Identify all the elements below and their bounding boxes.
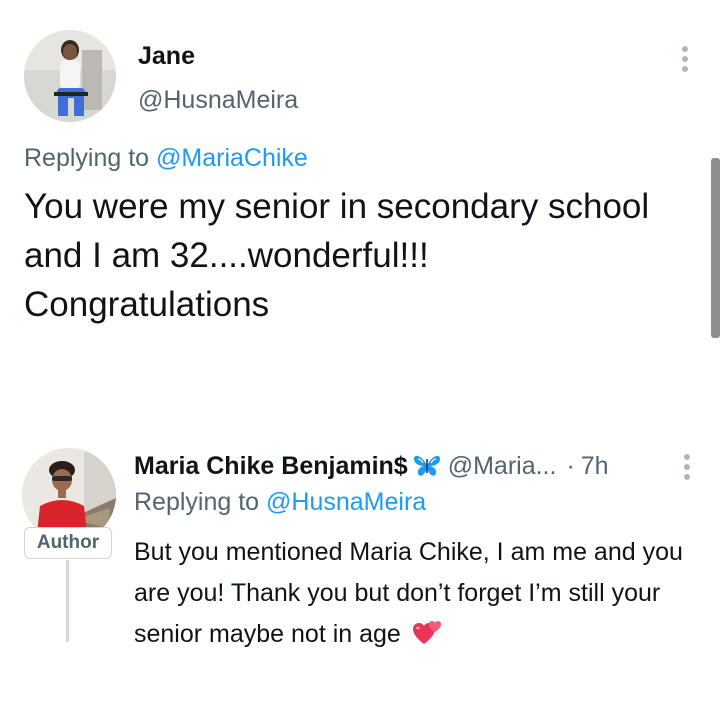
separator-dot: ·: [566, 451, 575, 480]
reply-text: But you mentioned Maria Chike, I am me a…: [134, 538, 683, 648]
replying-to: Replying to @MariaChike: [24, 144, 308, 173]
replying-to: Replying to @HusnaMeira: [134, 488, 426, 517]
tweet-text: You were my senior in secondary school a…: [24, 187, 650, 324]
thread-line: [66, 560, 69, 642]
replying-to-label: Replying to: [134, 488, 267, 516]
reply-author-handle[interactable]: @Maria...: [448, 452, 557, 481]
timestamp[interactable]: 7h: [581, 452, 609, 481]
reply-text-container: But you mentioned Maria Chike, I am me a…: [134, 532, 704, 655]
author-handle[interactable]: @HusnaMeira: [138, 86, 298, 115]
avatar-jane[interactable]: [24, 30, 116, 122]
author-badge: Author: [24, 527, 112, 559]
replying-to-handle-link[interactable]: @HusnaMeira: [266, 488, 426, 516]
scrollbar-thumb[interactable]: [711, 158, 720, 338]
replying-to-handle-link[interactable]: @MariaChike: [156, 144, 308, 172]
more-vertical-icon[interactable]: [678, 44, 692, 74]
two-hearts-icon: [412, 618, 442, 644]
reply-header: Maria Chike Benjamin$ @Maria... · 7h: [134, 448, 609, 484]
replying-to-label: Replying to: [24, 144, 157, 172]
reply-author-name[interactable]: Maria Chike Benjamin$: [134, 452, 408, 481]
author-name[interactable]: Jane: [138, 42, 195, 71]
more-vertical-icon[interactable]: [680, 452, 694, 482]
butterfly-icon: [412, 453, 442, 479]
